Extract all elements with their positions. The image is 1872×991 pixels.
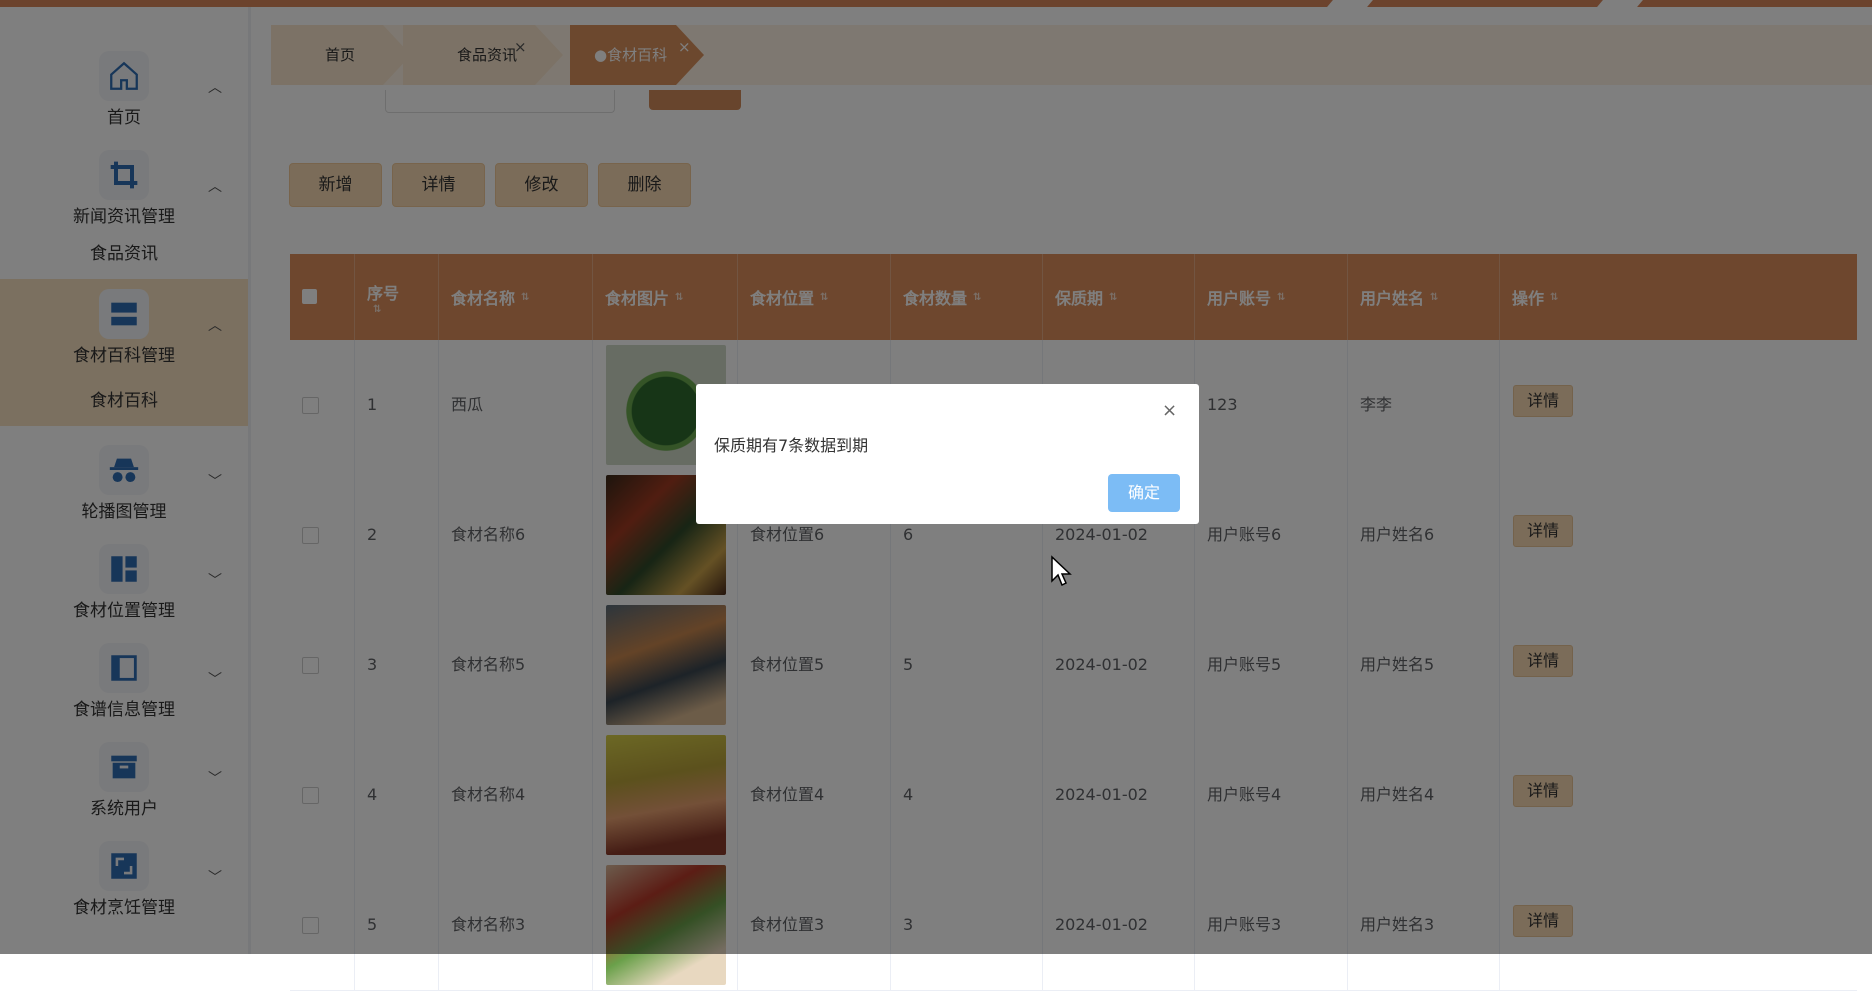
confirm-button[interactable]: 确定 xyxy=(1108,474,1180,512)
close-icon[interactable]: × xyxy=(1162,400,1177,421)
alert-dialog: × 保质期有7条数据到期 确定 xyxy=(696,384,1199,524)
dialog-message: 保质期有7条数据到期 xyxy=(714,436,869,455)
mouse-cursor-icon xyxy=(1051,555,1072,587)
